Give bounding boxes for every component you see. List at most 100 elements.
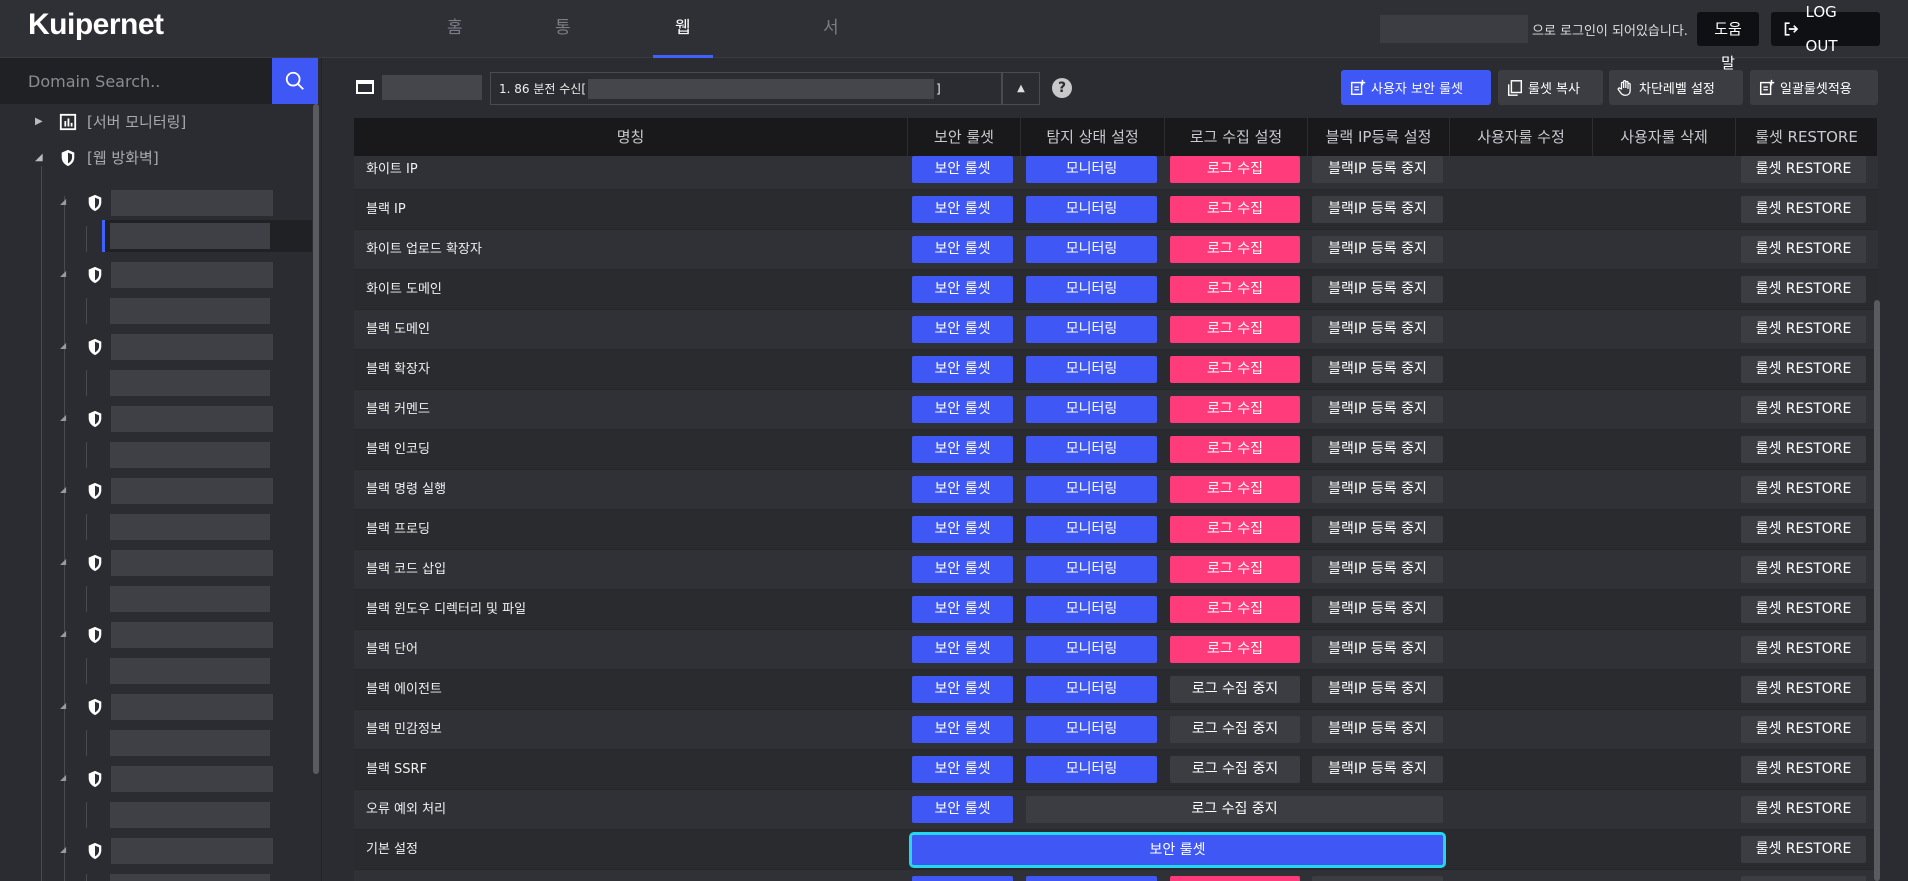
domain-node-masked[interactable]	[111, 334, 273, 360]
ruleset-restore-button[interactable]: 룰셋 RESTORE	[1741, 476, 1866, 503]
tree-item-server-monitoring[interactable]: ▶ [서버 모니터링]	[35, 111, 186, 132]
node-expand-arrow-icon[interactable]: ◢	[60, 197, 66, 206]
log-collect-button[interactable]: 로그 수집	[1170, 236, 1300, 263]
config-select[interactable]: 1. 86 분전 수신[ ]	[490, 72, 1002, 105]
security-ruleset-button[interactable]: 보안 룰셋	[912, 276, 1013, 303]
security-ruleset-button[interactable]: 보안 룰셋	[912, 356, 1013, 383]
block-ip-button[interactable]: 블랙IP 등록 중지	[1312, 476, 1443, 503]
ruleset-restore-button[interactable]: 룰셋 RESTORE	[1741, 196, 1866, 223]
ruleset-restore-button[interactable]: 룰셋 RESTORE	[1741, 516, 1866, 543]
monitoring-button[interactable]: 모니터링	[1026, 636, 1157, 663]
ruleset-restore-button[interactable]: 룰셋 RESTORE	[1741, 276, 1866, 303]
help-question-icon[interactable]: ?	[1052, 78, 1072, 98]
search-button[interactable]	[272, 58, 318, 104]
log-collect-button[interactable]: 로그 수집	[1170, 276, 1300, 303]
log-collect-button[interactable]: 로그 수집	[1170, 196, 1300, 223]
log-collect-button[interactable]: 로그 수집	[1170, 596, 1300, 623]
ruleset-restore-button[interactable]: 룰셋 RESTORE	[1741, 556, 1866, 583]
ruleset-restore-button[interactable]: 룰셋 RESTORE	[1741, 636, 1866, 663]
table-scrollbar[interactable]	[1874, 300, 1880, 881]
logout-button[interactable]: LOG OUT	[1771, 3, 1880, 55]
domain-child-masked[interactable]	[110, 586, 270, 612]
block-ip-button[interactable]: 블랙IP 등록 중지	[1312, 156, 1443, 183]
domain-child-masked[interactable]	[110, 298, 270, 324]
block-ip-button[interactable]: 블랙IP 등록 중지	[1312, 356, 1443, 383]
log-collect-button[interactable]: 로그 수집 중지	[1170, 716, 1300, 743]
toolbar-button-0[interactable]: 사용자 보안 룰셋	[1341, 70, 1491, 105]
domain-child-masked[interactable]	[110, 730, 270, 756]
ruleset-restore-button[interactable]: 룰셋 RESTORE	[1741, 796, 1866, 823]
ruleset-restore-button[interactable]: 룰셋 RESTORE	[1741, 716, 1866, 743]
monitoring-button[interactable]: 모니터링	[1026, 716, 1157, 743]
security-ruleset-button[interactable]: 보안 룰셋	[912, 516, 1013, 543]
block-ip-button[interactable]: 블랙IP 등록 중지	[1312, 316, 1443, 343]
block-ip-button[interactable]: 블랙IP 등록 중지	[1312, 396, 1443, 423]
ruleset-restore-button[interactable]: 룰셋 RESTORE	[1741, 436, 1866, 463]
nav-tab-2[interactable]: 웹 방화벽 설정	[653, 0, 713, 318]
node-expand-arrow-icon[interactable]: ◢	[60, 845, 66, 854]
tree-item-web-firewall[interactable]: ◢ [웹 방화벽]	[35, 147, 159, 168]
log-collect-button[interactable]: 로그 수집	[1170, 876, 1300, 881]
nav-tab-1[interactable]: 통합로그	[533, 0, 593, 206]
node-expand-arrow-icon[interactable]: ◢	[60, 341, 66, 350]
ruleset-restore-button[interactable]: 룰셋 RESTORE	[1741, 836, 1866, 863]
monitoring-button[interactable]: 모니터링	[1026, 516, 1157, 543]
toolbar-button-1[interactable]: 룰셋 복사	[1498, 70, 1603, 105]
ruleset-restore-button[interactable]: 룰셋 RESTORE	[1741, 356, 1866, 383]
log-collect-stop-button[interactable]: 로그 수집 중지	[1026, 796, 1443, 823]
security-ruleset-button[interactable]: 보안 룰셋	[912, 476, 1013, 503]
default-ruleset-button[interactable]: 보안 룰셋	[909, 832, 1446, 868]
monitoring-button[interactable]: 모니터링	[1026, 596, 1157, 623]
domain-node-masked[interactable]	[111, 478, 273, 504]
node-expand-arrow-icon[interactable]: ◢	[60, 413, 66, 422]
node-expand-arrow-icon[interactable]: ◢	[60, 629, 66, 638]
log-collect-button[interactable]: 로그 수집	[1170, 156, 1300, 183]
nav-tab-3[interactable]: 서비스 관리	[801, 0, 861, 262]
domain-child-masked[interactable]	[110, 514, 270, 540]
ruleset-restore-button[interactable]: 룰셋 RESTORE	[1741, 316, 1866, 343]
log-collect-button[interactable]: 로그 수집	[1170, 636, 1300, 663]
block-ip-button[interactable]: 블랙IP 등록 중지	[1312, 876, 1443, 881]
security-ruleset-button[interactable]: 보안 룰셋	[912, 676, 1013, 703]
domain-child-masked[interactable]	[110, 370, 270, 396]
security-ruleset-button[interactable]: 보안 룰셋	[912, 756, 1013, 783]
security-ruleset-button[interactable]: 보안 룰셋	[912, 156, 1013, 183]
node-expand-arrow-icon[interactable]: ◢	[60, 557, 66, 566]
monitoring-button[interactable]: 모니터링	[1026, 196, 1157, 223]
block-ip-button[interactable]: 블랙IP 등록 중지	[1312, 516, 1443, 543]
security-ruleset-button[interactable]: 보안 룰셋	[912, 196, 1013, 223]
ruleset-restore-button[interactable]: 룰셋 RESTORE	[1741, 236, 1866, 263]
node-expand-arrow-icon[interactable]: ◢	[60, 485, 66, 494]
block-ip-button[interactable]: 블랙IP 등록 중지	[1312, 196, 1443, 223]
domain-node-masked[interactable]	[111, 838, 273, 864]
monitoring-button[interactable]: 모니터링	[1026, 876, 1157, 881]
monitoring-button[interactable]: 모니터링	[1026, 316, 1157, 343]
domain-node-masked[interactable]	[111, 262, 273, 288]
node-expand-arrow-icon[interactable]: ◢	[60, 701, 66, 710]
block-ip-button[interactable]: 블랙IP 등록 중지	[1312, 756, 1443, 783]
ruleset-restore-button[interactable]: 룰셋 RESTORE	[1741, 596, 1866, 623]
domain-node-masked[interactable]	[111, 406, 273, 432]
block-ip-button[interactable]: 블랙IP 등록 중지	[1312, 236, 1443, 263]
node-expand-arrow-icon[interactable]: ◢	[60, 269, 66, 278]
security-ruleset-button[interactable]: 보안 룰셋	[912, 316, 1013, 343]
log-collect-button[interactable]: 로그 수집 중지	[1170, 756, 1300, 783]
log-collect-button[interactable]: 로그 수집 중지	[1170, 676, 1300, 703]
security-ruleset-button[interactable]: 보안 룰셋	[912, 556, 1013, 583]
ruleset-restore-button[interactable]: 룰셋 RESTORE	[1741, 156, 1866, 183]
domain-node-masked[interactable]	[111, 190, 273, 216]
log-collect-button[interactable]: 로그 수집	[1170, 516, 1300, 543]
ruleset-restore-button[interactable]: 룰셋 RESTORE	[1741, 676, 1866, 703]
security-ruleset-button[interactable]: 보안 룰셋	[912, 596, 1013, 623]
domain-child-masked[interactable]	[110, 223, 270, 249]
domain-child-masked[interactable]	[110, 658, 270, 684]
domain-node-masked[interactable]	[111, 766, 273, 792]
select-arrow-icon[interactable]: ▲	[1002, 72, 1040, 105]
help-button[interactable]: 도움말	[1697, 12, 1759, 72]
monitoring-button[interactable]: 모니터링	[1026, 476, 1157, 503]
domain-node-masked[interactable]	[111, 622, 273, 648]
security-ruleset-button[interactable]: 보안 룰셋	[912, 876, 1013, 881]
ruleset-restore-button[interactable]: 룰셋 RESTORE	[1741, 396, 1866, 423]
domain-node-masked[interactable]	[111, 694, 273, 720]
sidebar-scrollbar[interactable]	[313, 104, 319, 774]
